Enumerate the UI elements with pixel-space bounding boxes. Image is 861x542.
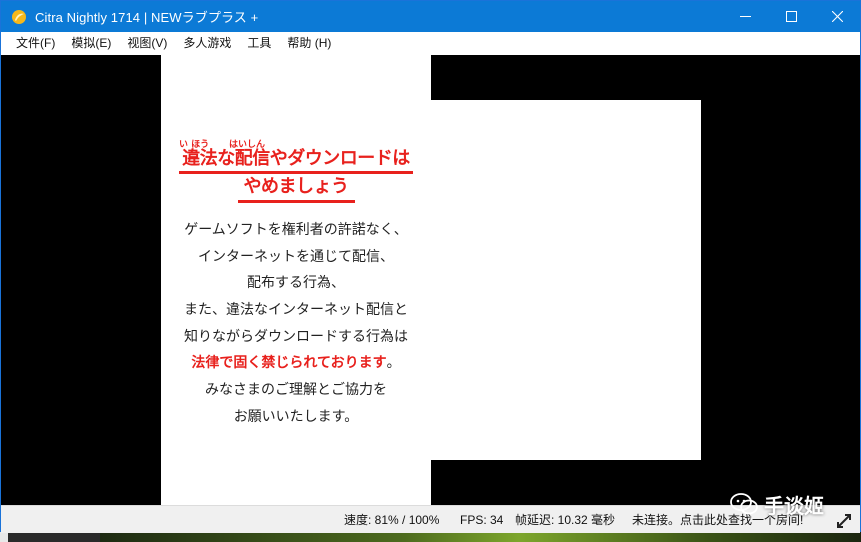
fps-counter: FPS: 34 (460, 513, 504, 527)
citra-app-icon (12, 9, 26, 24)
emulator-viewport[interactable]: い ほう はいしん 違法な配信やダウンロードは やめましょう ゲームソフトを権利… (9, 55, 854, 505)
close-icon (831, 11, 843, 22)
menu-emulation[interactable]: 模拟(E) (63, 32, 119, 55)
title-bar[interactable]: Citra Nightly 1714 | NEWラブプラス + (1, 1, 860, 32)
notice-legal-text: 法律で固く禁じられております (191, 355, 387, 372)
menu-bar: 文件(F) 模拟(E) 视图(V) 多人游戏 工具 帮助 (H) (1, 32, 860, 55)
menu-file[interactable]: 文件(F) (8, 32, 63, 55)
notice-line-legal: 法律で固く禁じられております。 (161, 350, 431, 377)
frame-latency: 帧延迟: 10.32 毫秒 (515, 513, 616, 527)
menu-view[interactable]: 视图(V) (119, 32, 175, 55)
notice-line: また、違法なインターネット配信と (184, 302, 408, 319)
close-button[interactable] (814, 1, 860, 32)
minimize-button[interactable] (722, 1, 768, 32)
notice-legal-period: 。 (386, 355, 401, 372)
notice-line: 知りながらダウンロードする行為は (184, 328, 408, 345)
window-controls (722, 1, 860, 32)
piracy-warning-heading: 違法な配信やダウンロードは やめましょう (161, 135, 431, 203)
notice-line: インターネットを通じて配信、 (198, 248, 394, 265)
maximize-button[interactable] (768, 1, 814, 32)
menu-help[interactable]: 帮助 (H) (279, 32, 339, 55)
piracy-notice-text: ゲームソフトを権利者の許諾なく、 インターネットを通じて配信、 配布する行為、 … (161, 217, 431, 431)
watermark: 手谈姬 (730, 486, 824, 522)
wechat-icon (730, 493, 758, 515)
watermark-text: 手谈姬 (764, 493, 824, 518)
network-status-icon[interactable] (836, 513, 852, 529)
minimize-icon (739, 16, 751, 17)
notice-line: お願いいたします。 (233, 408, 359, 425)
emulation-speed: 速度: 81% / 100% (344, 513, 440, 527)
top-screen[interactable]: い ほう はいしん 違法な配信やダウンロードは やめましょう ゲームソフトを権利… (161, 55, 431, 505)
bottom-screen[interactable] (431, 100, 701, 460)
notice-line: みなさまのご理解とご協力を (205, 382, 387, 399)
notice-line: ゲームソフトを権利者の許諾なく、 (184, 222, 408, 238)
window-title: Citra Nightly 1714 | NEWラブプラス + (35, 10, 259, 25)
menu-tools[interactable]: 工具 (239, 32, 279, 55)
menu-multiplayer[interactable]: 多人游戏 (175, 32, 239, 55)
notice-line: 配布する行為、 (247, 275, 345, 292)
citra-window: Citra Nightly 1714 | NEWラブプラス + 文件(F) 模拟… (0, 0, 861, 533)
warning-line-2: やめましょう (237, 174, 355, 203)
maximize-icon (785, 11, 797, 22)
warning-line-1: 違法な配信やダウンロードは (179, 147, 413, 174)
